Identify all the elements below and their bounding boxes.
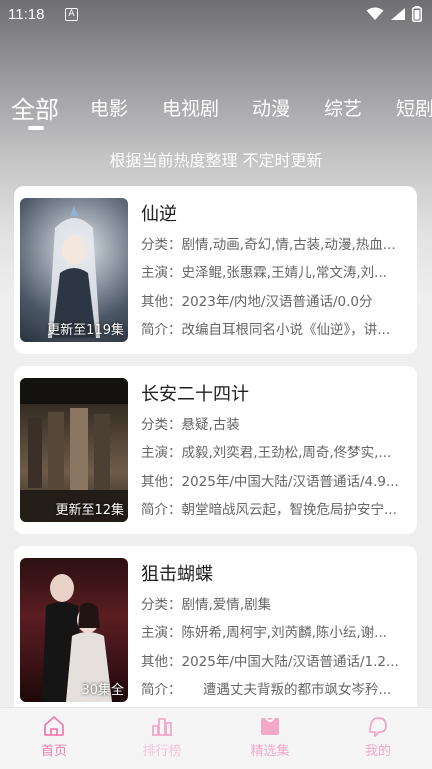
other-text: 其他：2023年/内地/汉语普通话/0.0分	[141, 294, 373, 310]
tab-anime[interactable]: 动漫	[252, 94, 290, 121]
drama-title: 仙逆	[141, 204, 177, 225]
episode-badge: 30集全	[81, 683, 124, 698]
tab-tv-series[interactable]: 电视剧	[162, 94, 219, 121]
genre-text: 分类：悬疑,古装	[141, 417, 240, 433]
profile-icon	[369, 717, 387, 737]
status-bar: 11:18 A	[0, 0, 432, 30]
list-subtitle: 根据当前热度整理 不定时更新	[109, 151, 323, 170]
nav-home[interactable]: 首页	[14, 714, 94, 759]
notification-icon: A	[65, 8, 78, 21]
nav-collection[interactable]: 精选集	[230, 714, 310, 759]
episode-badge: 更新至119集	[47, 323, 124, 338]
tab-all[interactable]: 全部	[11, 90, 59, 125]
nav-profile-label: 我的	[364, 744, 391, 759]
drama-title: 狙击蝴蝶	[141, 564, 213, 585]
other-text: 其他：2025年/中国大陆/汉语普通话/1.2...	[141, 654, 399, 670]
drama-title: 长安二十四计	[141, 384, 249, 405]
nav-collection-label: 精选集	[250, 744, 290, 759]
drama-card[interactable]: 更新至12集 长安二十四计 分类：悬疑,古装 主演：成毅,刘奕君,王劲松,周奇,…	[14, 366, 417, 534]
nav-home-label: 首页	[40, 744, 67, 759]
ranking-icon	[152, 718, 172, 736]
intro-text: 简介：改编自耳根同名小说《仙逆》，讲...	[141, 322, 391, 338]
bottom-navigation: 首页 排行榜 精选集 我的	[0, 707, 432, 769]
nav-ranking[interactable]: 排行榜	[122, 714, 202, 759]
nav-profile[interactable]: 我的	[338, 714, 418, 759]
active-tab-indicator	[28, 126, 44, 130]
wifi-icon	[366, 7, 384, 20]
other-text: 其他：2025年/中国大陆/汉语普通话/4.9...	[141, 474, 399, 490]
poster-image[interactable]: 更新至119集	[20, 198, 128, 342]
tab-short-drama[interactable]: 短剧	[396, 94, 432, 121]
signal-icon	[391, 8, 405, 20]
poster-image[interactable]: 更新至12集	[20, 378, 128, 522]
drama-card[interactable]: 30集全 狙击蝴蝶 分类：剧情,爱情,剧集 主演：陈妍希,周柯宇,刘芮麟,陈小纭…	[14, 546, 417, 714]
episode-badge: 更新至12集	[55, 503, 124, 518]
intro-text: 简介：朝堂暗战风云起，智挽危局护安宁...	[141, 502, 397, 518]
drama-card[interactable]: 更新至119集 仙逆 分类：剧情,动画,奇幻,情,古装,动漫,热血... 主演：…	[14, 186, 417, 354]
genre-text: 分类：剧情,爱情,剧集	[141, 597, 272, 613]
intro-text: 简介： 遭遇丈夫背叛的都市飒女岑矜...	[141, 682, 392, 698]
status-icons	[366, 6, 422, 22]
tab-variety[interactable]: 综艺	[324, 94, 362, 121]
cast-text: 主演：成毅,刘奕君,王劲松,周奇,佟梦实,...	[141, 445, 392, 461]
battery-icon	[412, 6, 422, 22]
genre-text: 分类：剧情,动画,奇幻,情,古装,动漫,热血...	[141, 237, 396, 253]
collection-icon	[261, 717, 279, 735]
home-icon	[44, 716, 64, 736]
cast-text: 主演：陈妍希,周柯宇,刘芮麟,陈小纭,谢...	[141, 625, 388, 641]
category-tabs: 全部 电影 电视剧 动漫 综艺 短剧	[0, 88, 432, 134]
status-time: 11:18	[8, 6, 45, 23]
tab-movie[interactable]: 电影	[90, 94, 128, 121]
cast-text: 主演：史泽鲲,张惠霖,王婧儿,常文涛,刘...	[141, 265, 388, 281]
nav-ranking-label: 排行榜	[142, 744, 182, 759]
poster-image[interactable]: 30集全	[20, 558, 128, 702]
